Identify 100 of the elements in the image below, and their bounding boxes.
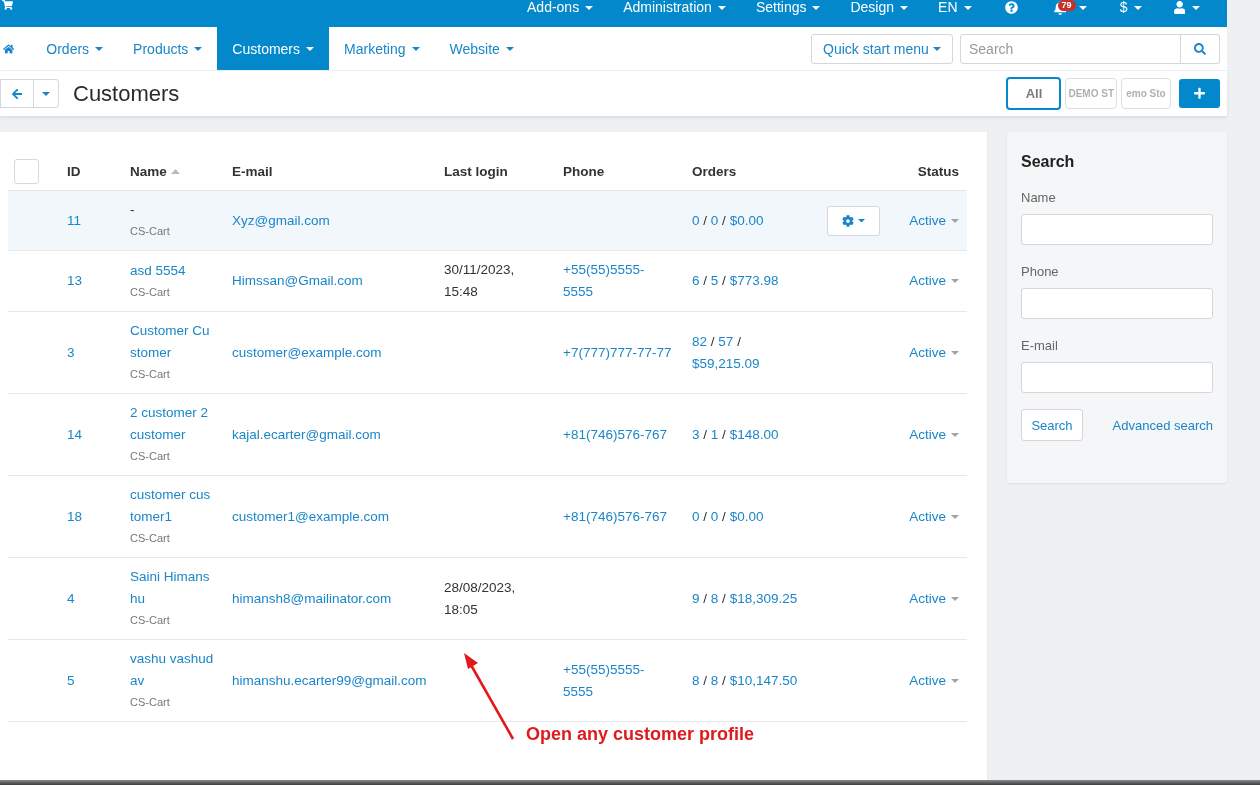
status-dropdown[interactable]: Active xyxy=(909,587,959,610)
nav-tab[interactable]: Website xyxy=(434,27,529,70)
caret-icon xyxy=(951,514,959,519)
search-field[interactable]: Search xyxy=(960,33,1181,64)
nav-tab[interactable]: Customers xyxy=(217,27,330,70)
status-dropdown[interactable]: Active xyxy=(909,505,959,528)
orders-link[interactable]: 82 xyxy=(692,333,708,349)
top-menu-item[interactable]: Design xyxy=(835,0,924,15)
orders-link[interactable]: 3 xyxy=(692,426,700,442)
email-link[interactable]: Himssan@Gmail.com xyxy=(232,270,363,292)
back-button[interactable] xyxy=(0,79,34,108)
search-button[interactable] xyxy=(1181,33,1220,64)
email-link[interactable]: kajal.ecarter@gmail.com xyxy=(232,423,381,446)
phone-link[interactable]: +55(55)5555-5555 xyxy=(563,259,673,303)
customer-id-link[interactable]: 5 xyxy=(67,669,75,692)
orders-link[interactable]: 0 xyxy=(710,508,719,524)
orders-link[interactable]: 0 xyxy=(710,212,719,228)
nav-tab[interactable]: Orders xyxy=(31,27,119,70)
select-all-checkbox[interactable] xyxy=(14,158,39,184)
caret-icon xyxy=(717,5,726,10)
storefront-filter-button[interactable]: DEMO ST xyxy=(1065,78,1117,109)
input-field[interactable] xyxy=(1021,362,1213,393)
customer-name-link[interactable]: customer customer1 xyxy=(130,484,214,528)
orders-link[interactable]: 5 xyxy=(710,273,719,288)
input-field[interactable] xyxy=(1021,214,1213,245)
customer-name-link[interactable]: vashu vashudav xyxy=(130,648,214,692)
cart-icon[interactable] xyxy=(2,0,13,10)
orders-link[interactable]: $0.00 xyxy=(729,212,764,228)
orders-link[interactable]: 9 xyxy=(692,590,700,606)
last-login-text: 28/08/2023, 18:05 xyxy=(444,578,517,619)
orders-link[interactable]: 8 xyxy=(692,672,700,688)
orders-link[interactable]: 8 xyxy=(710,672,719,688)
email-link[interactable]: customer1@example.com xyxy=(232,505,389,528)
panel-title: Search xyxy=(1021,152,1076,172)
orders-link[interactable]: $18,309.25 xyxy=(729,590,798,606)
phone-link[interactable]: +81(746)576-767 xyxy=(563,423,667,446)
email-link[interactable]: Xyz@gmail.com xyxy=(232,209,330,232)
advanced-search-link[interactable]: Advanced search xyxy=(1112,417,1213,433)
orders-link[interactable]: $148.00 xyxy=(729,426,779,442)
slash-separator: / xyxy=(722,273,726,288)
notifications-button[interactable]: 79 xyxy=(1035,0,1105,15)
orders-link[interactable]: $773.98 xyxy=(729,273,779,288)
orders-link[interactable]: 0 xyxy=(692,212,700,228)
status-dropdown[interactable]: Active xyxy=(909,341,959,364)
orders-link[interactable]: $10,147.50 xyxy=(729,672,798,688)
caret-icon xyxy=(963,5,972,10)
top-menu-item[interactable]: Administration xyxy=(608,0,741,15)
customer-id-link[interactable]: 14 xyxy=(67,423,83,446)
customer-id-link[interactable]: 11 xyxy=(67,209,81,232)
status-dropdown[interactable]: Active xyxy=(909,423,959,446)
phone-link[interactable]: +7(777)777-77-77 xyxy=(563,341,672,364)
search-button[interactable]: Search xyxy=(1021,409,1083,441)
orders-link[interactable]: 57 xyxy=(718,333,734,349)
caret-icon xyxy=(1078,5,1087,10)
phone-link[interactable]: +55(55)5555-5555 xyxy=(563,658,673,703)
customer-name-link[interactable]: asd 5554 xyxy=(130,259,186,282)
slash-separator: / xyxy=(722,426,726,442)
caret-icon xyxy=(900,5,909,10)
gear-icon xyxy=(842,214,854,227)
phone-link[interactable]: +81(746)576-767 xyxy=(563,505,667,528)
storefront-filter-button[interactable]: All xyxy=(1006,77,1062,110)
caret-icon xyxy=(951,678,959,683)
top-menu-item[interactable]: $ xyxy=(1104,0,1157,15)
top-menu-item[interactable]: EN xyxy=(923,0,987,15)
customer-id-link[interactable]: 13 xyxy=(67,270,83,292)
caret-icon xyxy=(932,46,941,51)
last-login-text: 30/11/2023, 15:48 xyxy=(444,261,516,301)
storefront-text: CS-Cart xyxy=(130,695,170,710)
orders-link[interactable]: 6 xyxy=(692,273,700,288)
email-link[interactable]: himansh8@mailinator.com xyxy=(232,587,392,610)
slash-separator: / xyxy=(722,508,726,524)
orders-link[interactable]: 0 xyxy=(692,508,700,524)
top-menu-item[interactable]: Add-ons xyxy=(512,0,609,15)
customer-name-link[interactable]: Customer Customer xyxy=(130,320,214,364)
orders-link[interactable]: $0.00 xyxy=(729,508,764,524)
input-field[interactable] xyxy=(1021,288,1213,319)
status-dropdown[interactable]: Active xyxy=(909,270,959,292)
customer-name-link[interactable]: Saini Himanshu xyxy=(130,566,214,610)
status-dropdown[interactable]: Active xyxy=(909,209,959,232)
orders-link[interactable]: 1 xyxy=(710,426,719,442)
nav-tab[interactable]: Products xyxy=(118,27,218,70)
customer-id-link[interactable]: 18 xyxy=(67,505,83,528)
email-link[interactable]: himanshu.ecarter99@gmail.com xyxy=(232,669,427,692)
storefront-filter-button[interactable]: emo Sto xyxy=(1121,78,1171,109)
notification-badge: 79 xyxy=(1057,0,1076,11)
email-link[interactable]: customer@example.com xyxy=(232,341,382,364)
plus-icon xyxy=(1194,87,1205,100)
add-button[interactable] xyxy=(1179,79,1220,108)
annotation-text: Open any customer profile xyxy=(526,724,755,745)
field-label: Phone xyxy=(1021,263,1060,281)
customer-name-link[interactable]: 2 customer 2 customer xyxy=(130,402,214,446)
customer-id-link[interactable]: 3 xyxy=(67,341,75,364)
orders-link[interactable]: 8 xyxy=(710,590,719,606)
actions-button[interactable] xyxy=(827,205,880,236)
quick-start-menu-button[interactable]: Quick start menu xyxy=(811,33,953,64)
top-menu-item[interactable]: Settings xyxy=(740,0,836,15)
nav-tab[interactable]: Marketing xyxy=(329,27,435,70)
orders-link[interactable]: $59,215.09 xyxy=(692,355,760,371)
status-dropdown[interactable]: Active xyxy=(909,669,959,692)
customer-id-link[interactable]: 4 xyxy=(67,587,75,610)
